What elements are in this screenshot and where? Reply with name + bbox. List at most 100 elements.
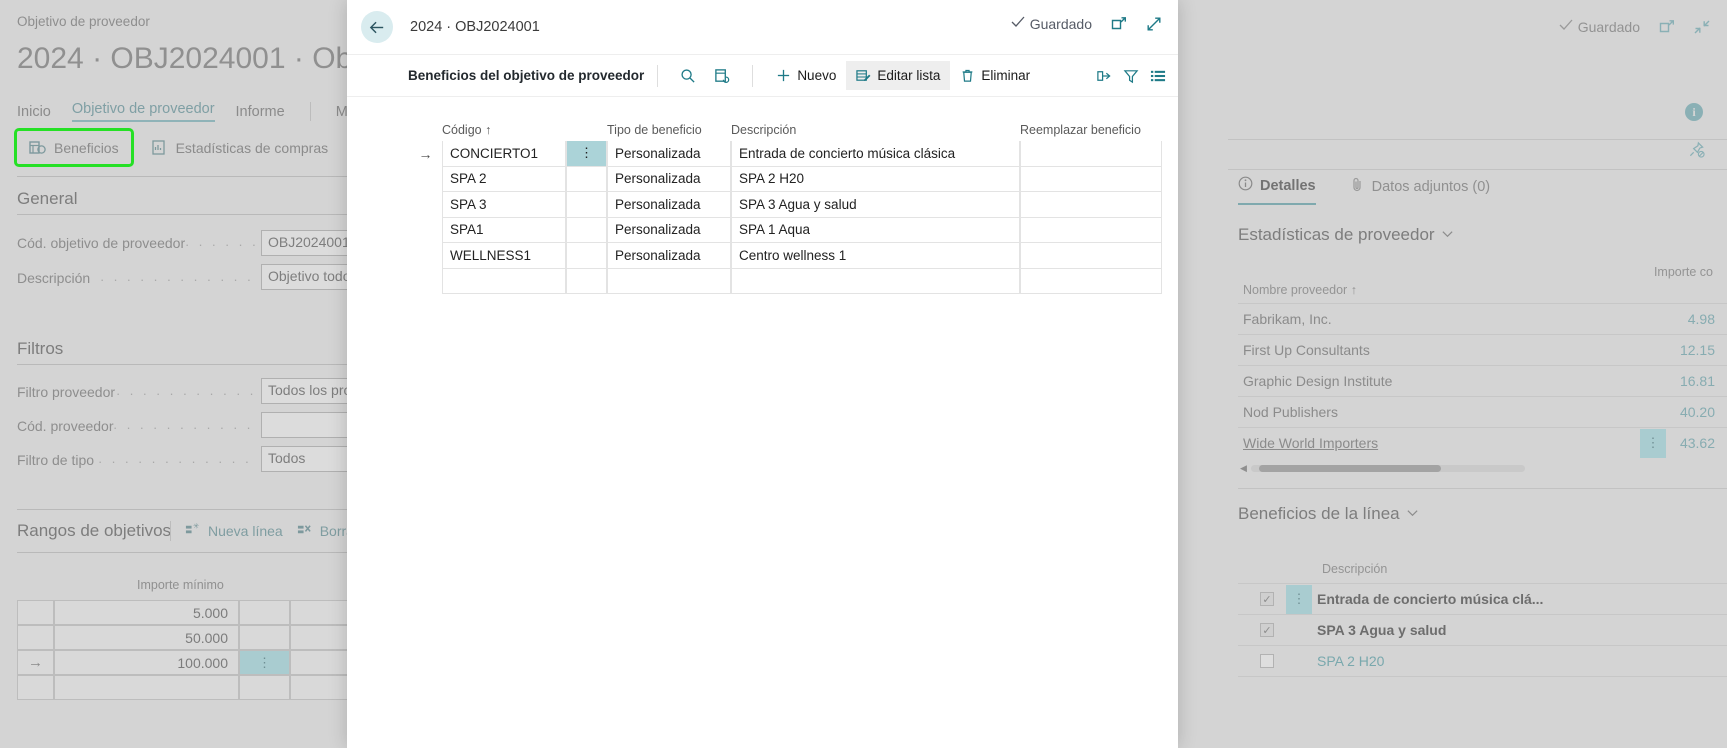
open-in-new-window-icon[interactable] (1659, 19, 1675, 35)
cell-tipo[interactable]: Personalizada (607, 166, 731, 192)
row-menu-cell[interactable] (566, 192, 607, 218)
line-benefit-row[interactable]: ✓ SPA 3 Agua y salud (1238, 614, 1727, 645)
column-header-tipo-de-beneficio[interactable]: Tipo de beneficio (607, 123, 731, 137)
collapse-icon[interactable] (1694, 19, 1710, 35)
expand-icon[interactable] (1146, 16, 1162, 32)
row-menu-icon[interactable]: ⋮ (240, 651, 289, 674)
open-in-new-window-icon[interactable] (1111, 16, 1127, 32)
cell-descripcion[interactable]: SPA 1 Aqua (731, 217, 1020, 243)
cell-reemplazar[interactable] (1020, 217, 1162, 243)
delete-button[interactable]: Eliminar (950, 61, 1040, 90)
nav-tab-informe[interactable]: Informe (236, 104, 285, 120)
heading-beneficios-de-la-linea[interactable]: Beneficios de la línea (1238, 504, 1419, 524)
table-row[interactable]: SPA 3 Personalizada SPA 3 Agua y salud (409, 192, 1166, 218)
cell-codigo[interactable]: SPA1 (442, 217, 566, 243)
action-estadisticas-de-compras[interactable]: Estadísticas de compras (139, 131, 341, 164)
column-header-nombre-proveedor[interactable]: Nombre proveedor ↑ (1243, 283, 1357, 297)
table-row[interactable]: SPA 2 Personalizada SPA 2 H20 (409, 166, 1166, 192)
button-nueva-linea[interactable]: ✳ Nueva línea (185, 522, 283, 539)
cell-tipo[interactable]: Personalizada (607, 243, 731, 269)
range-dots-3[interactable] (239, 675, 290, 700)
table-row[interactable]: → CONCIERTO1 ⋮ Personalizada Entrada de … (409, 141, 1166, 167)
vendor-stat-row[interactable]: Fabrikam, Inc. 4.98 (1238, 303, 1727, 334)
cell-tipo[interactable]: Personalizada (607, 141, 731, 167)
row-menu-cell[interactable] (566, 217, 607, 243)
action-beneficios[interactable]: Beneficios (14, 128, 134, 167)
row-menu-icon[interactable]: ⋮ (566, 141, 607, 167)
line-benefit-row[interactable]: ✓ SPA 2 H20 (1238, 645, 1727, 676)
vendor-stat-row[interactable]: Graphic Design Institute 16.81 (1238, 365, 1727, 396)
cell-codigo[interactable]: SPA 3 (442, 192, 566, 218)
vendor-stat-row-selected[interactable]: Wide World Importers ⋮ 43.62 (1238, 427, 1727, 458)
vendor-stat-row[interactable]: First Up Consultants 12.15 (1238, 334, 1727, 365)
label-descripcion: Descripción (17, 270, 91, 286)
open-card-icon[interactable] (705, 62, 739, 90)
cell-descripcion[interactable]: SPA 2 H20 (731, 166, 1020, 192)
table-row-empty[interactable] (409, 268, 1166, 294)
cell-reemplazar[interactable] (1020, 268, 1162, 294)
list-view-icon[interactable] (1150, 68, 1166, 84)
cell-reemplazar[interactable] (1020, 243, 1162, 269)
column-header-importe[interactable]: Importe co (1654, 265, 1713, 279)
row-menu-cell[interactable] (566, 166, 607, 192)
info-badge[interactable]: i (1685, 103, 1703, 121)
line-benefit-row-divider (1238, 676, 1727, 677)
scrollbar-track[interactable] (1250, 465, 1525, 472)
row-menu-cell[interactable] (566, 268, 607, 294)
heading-estadisticas-de-proveedor[interactable]: Estadísticas de proveedor (1238, 225, 1454, 245)
edit-list-button[interactable]: Editar lista (846, 61, 951, 90)
column-header-descripcion[interactable]: Descripción (731, 123, 1020, 137)
range-dots-2[interactable]: ⋮ (239, 650, 290, 675)
cell-descripcion[interactable] (731, 268, 1020, 294)
column-header-codigo[interactable]: Código ↑ (442, 123, 566, 137)
cell-descripcion[interactable]: Centro wellness 1 (731, 243, 1020, 269)
cell-descripcion[interactable]: SPA 3 Agua y salud (731, 192, 1020, 218)
table-row[interactable]: SPA1 Personalizada SPA 1 Aqua (409, 217, 1166, 243)
column-header-descripcion[interactable]: Descripción (1322, 562, 1387, 576)
row-menu-icon[interactable]: ⋮ (1639, 428, 1666, 458)
cell-codigo[interactable]: CONCIERTO1 (442, 141, 566, 167)
vendor-stat-row[interactable]: Nod Publishers 40.20 (1238, 396, 1727, 427)
row-menu-icon[interactable]: ⋮ (1286, 584, 1312, 614)
range-amount-2[interactable]: 100.000 (54, 650, 239, 675)
row-checkbox[interactable]: ✓ (1260, 654, 1274, 668)
tab-datos-adjuntos[interactable]: Datos adjuntos (0) (1350, 176, 1490, 205)
table-row[interactable]: WELLNESS1 Personalizada Centro wellness … (409, 243, 1166, 269)
cell-reemplazar[interactable] (1020, 166, 1162, 192)
range-amount-0[interactable]: 5.000 (54, 600, 239, 625)
cell-tipo[interactable]: Personalizada (607, 192, 731, 218)
cell-tipo[interactable] (607, 268, 731, 294)
range-dots-0[interactable] (239, 600, 290, 625)
line-benefit-row[interactable]: ✓ ⋮ Entrada de concierto música clá... (1238, 583, 1727, 614)
cell-tipo[interactable]: Personalizada (607, 217, 731, 243)
nav-tab-objetivo-de-proveedor[interactable]: Objetivo de proveedor (71, 101, 215, 122)
new-button[interactable]: Nuevo (766, 61, 846, 90)
cell-codigo[interactable]: SPA 2 (442, 166, 566, 192)
nav-tab-inicio[interactable]: Inicio (17, 104, 51, 120)
range-amount-1[interactable]: 50.000 (54, 625, 239, 650)
right-panel-header: Guardado (1559, 18, 1710, 35)
scrollbar-thumb[interactable] (1258, 465, 1441, 472)
back-arrow-icon[interactable] (361, 11, 393, 43)
row-checkbox[interactable]: ✓ (1260, 592, 1274, 606)
row-menu-cell[interactable] (566, 243, 607, 269)
cell-descripcion[interactable]: Entrada de concierto música clásica (731, 141, 1020, 167)
row-checkbox[interactable]: ✓ (1260, 623, 1274, 637)
search-icon[interactable] (671, 62, 705, 90)
horizontal-scrollbar[interactable]: ◀ ▶ (1240, 461, 1525, 476)
cell-reemplazar[interactable] (1020, 192, 1162, 218)
heading-beneficios-label: Beneficios de la línea (1238, 504, 1400, 523)
column-header-reemplazar-beneficio[interactable]: Reemplazar beneficio (1020, 123, 1162, 137)
filter-icon[interactable] (1123, 68, 1139, 84)
share-icon[interactable] (1096, 68, 1112, 84)
tab-detalles[interactable]: Detalles (1238, 176, 1316, 205)
range-amount-3[interactable] (54, 675, 239, 700)
cell-codigo[interactable]: WELLNESS1 (442, 243, 566, 269)
range-dots-1[interactable] (239, 625, 290, 650)
dots-leader-1: · · · · · · · · · · · · · · (185, 237, 257, 252)
unpin-icon[interactable] (1688, 141, 1705, 163)
cell-codigo[interactable] (442, 268, 566, 294)
vendor-amount: 43.62 (1679, 435, 1715, 451)
cell-reemplazar[interactable] (1020, 141, 1162, 167)
scroll-left-icon[interactable]: ◀ (1240, 463, 1247, 474)
